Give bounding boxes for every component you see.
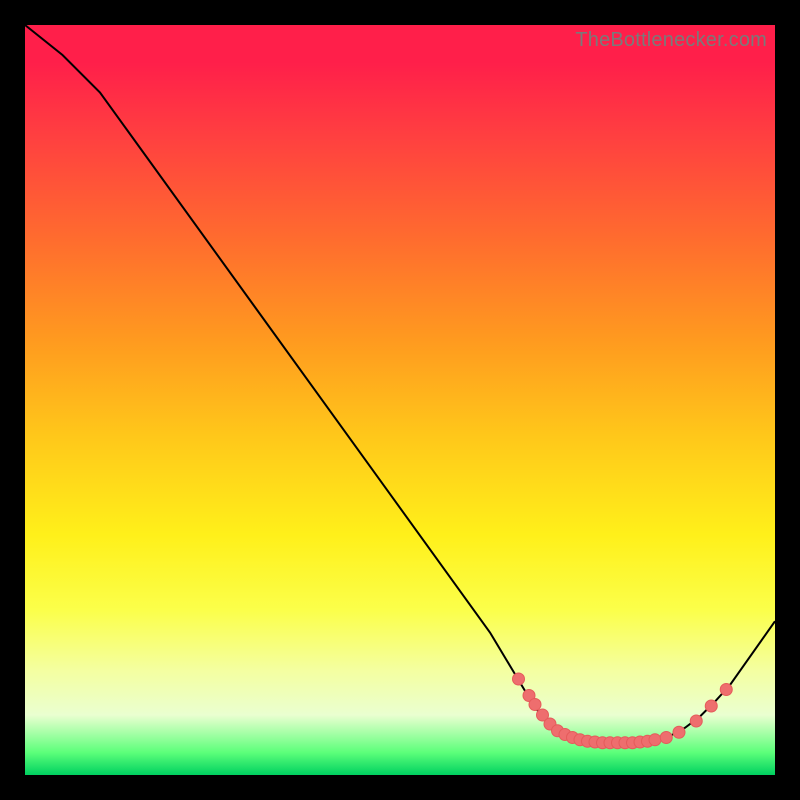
curve-marker <box>660 732 672 744</box>
curve-marker <box>649 734 661 746</box>
curve-marker <box>690 715 702 727</box>
curve-marker <box>705 700 717 712</box>
curve-line <box>25 25 775 743</box>
chart-frame: TheBottlenecker.com <box>25 25 775 775</box>
curve-marker <box>513 673 525 685</box>
curve-marker <box>720 684 732 696</box>
curve-marker <box>529 699 541 711</box>
curve-markers <box>513 673 733 749</box>
bottleneck-curve-plot <box>25 25 775 775</box>
curve-marker <box>673 726 685 738</box>
watermark-text: TheBottlenecker.com <box>575 29 767 52</box>
